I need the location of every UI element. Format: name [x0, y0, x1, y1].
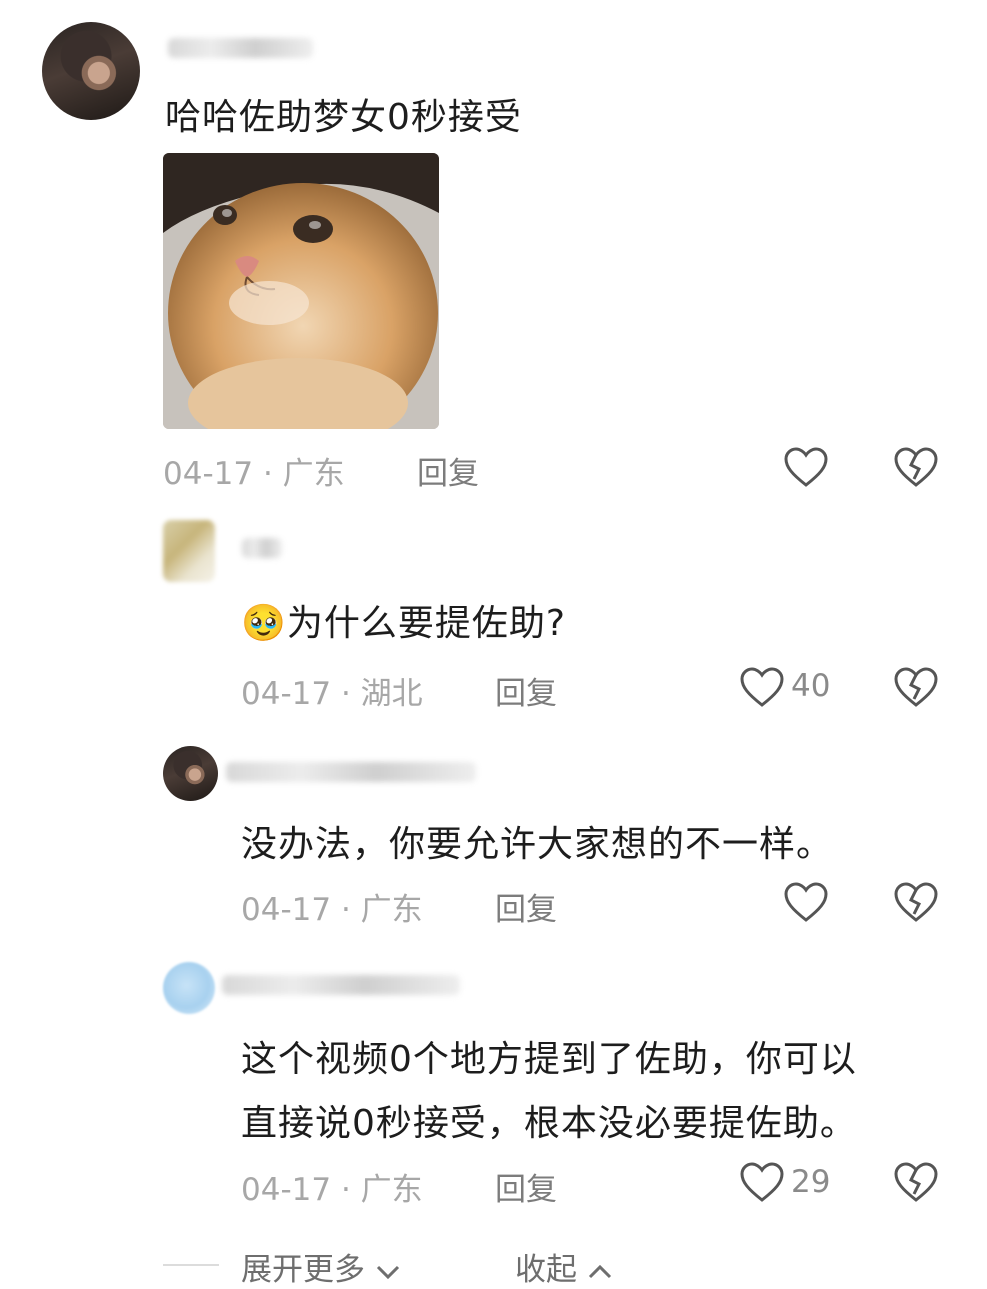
separator: ·	[262, 456, 273, 492]
comment-meta: 04-17 · 广东	[241, 884, 423, 929]
comment-date: 04-17	[241, 676, 332, 712]
comment-location: 广东	[282, 456, 345, 492]
expand-more-label: 展开更多	[241, 1252, 365, 1288]
separator: ·	[340, 892, 351, 928]
reply-button[interactable]: 回复	[495, 884, 557, 929]
username-blurred[interactable]	[222, 975, 460, 995]
comment-location: 广东	[360, 1172, 423, 1208]
broken-heart-icon[interactable]	[892, 1160, 940, 1204]
separator: ·	[340, 1172, 351, 1208]
comment-text: 哈哈佐助梦女0秒接受	[165, 97, 522, 138]
divider	[163, 1264, 219, 1266]
reply-button[interactable]: 回复	[495, 668, 557, 713]
comment-text: 没办法，你要允许大家想的不一样。	[241, 824, 834, 865]
avatar[interactable]	[163, 962, 215, 1014]
comment-text: 这个视频0个地方提到了佐助，你可以	[241, 1039, 857, 1080]
comment-date: 04-17	[241, 892, 332, 928]
comment-meta: 04-17 · 广东	[163, 448, 345, 493]
collapse-button[interactable]: 收起	[515, 1244, 613, 1289]
heart-outline-icon[interactable]	[738, 665, 786, 709]
expand-more-button[interactable]: 展开更多	[241, 1244, 401, 1289]
broken-heart-icon[interactable]	[892, 880, 940, 924]
separator: ·	[340, 676, 351, 712]
comment-date: 04-17	[241, 1172, 332, 1208]
like-count: 40	[791, 668, 831, 704]
reply-button[interactable]: 回复	[417, 448, 479, 493]
like-count: 29	[791, 1164, 831, 1200]
comment-image-cat[interactable]	[163, 153, 439, 429]
comment-text: 直接说0秒接受，根本没必要提佐助。	[241, 1103, 857, 1144]
comment-location: 广东	[360, 892, 423, 928]
chevron-up-icon	[588, 1264, 611, 1278]
avatar[interactable]	[42, 22, 140, 120]
avatar[interactable]	[163, 520, 215, 582]
pleading-emoji-icon: 🥹	[241, 603, 287, 644]
cat-photo	[163, 153, 439, 429]
comment-location: 湖北	[360, 676, 423, 712]
avatar[interactable]	[163, 746, 218, 801]
heart-outline-icon[interactable]	[782, 445, 830, 489]
broken-heart-icon[interactable]	[892, 665, 940, 709]
chevron-down-icon	[376, 1265, 399, 1279]
comment-text-body: 为什么要提佐助?	[286, 603, 566, 644]
collapse-label: 收起	[515, 1252, 577, 1288]
comment-meta: 04-17 · 湖北	[241, 668, 423, 713]
reply-button[interactable]: 回复	[495, 1164, 557, 1209]
username-blurred[interactable]	[226, 762, 476, 782]
comment-meta: 04-17 · 广东	[241, 1164, 423, 1209]
username-blurred[interactable]	[168, 38, 313, 58]
comment-text: 🥹为什么要提佐助?	[241, 594, 566, 646]
comment-date: 04-17	[163, 456, 254, 492]
broken-heart-icon[interactable]	[892, 445, 940, 489]
username-blurred[interactable]	[242, 538, 282, 558]
heart-outline-icon[interactable]	[738, 1160, 786, 1204]
heart-outline-icon[interactable]	[782, 880, 830, 924]
